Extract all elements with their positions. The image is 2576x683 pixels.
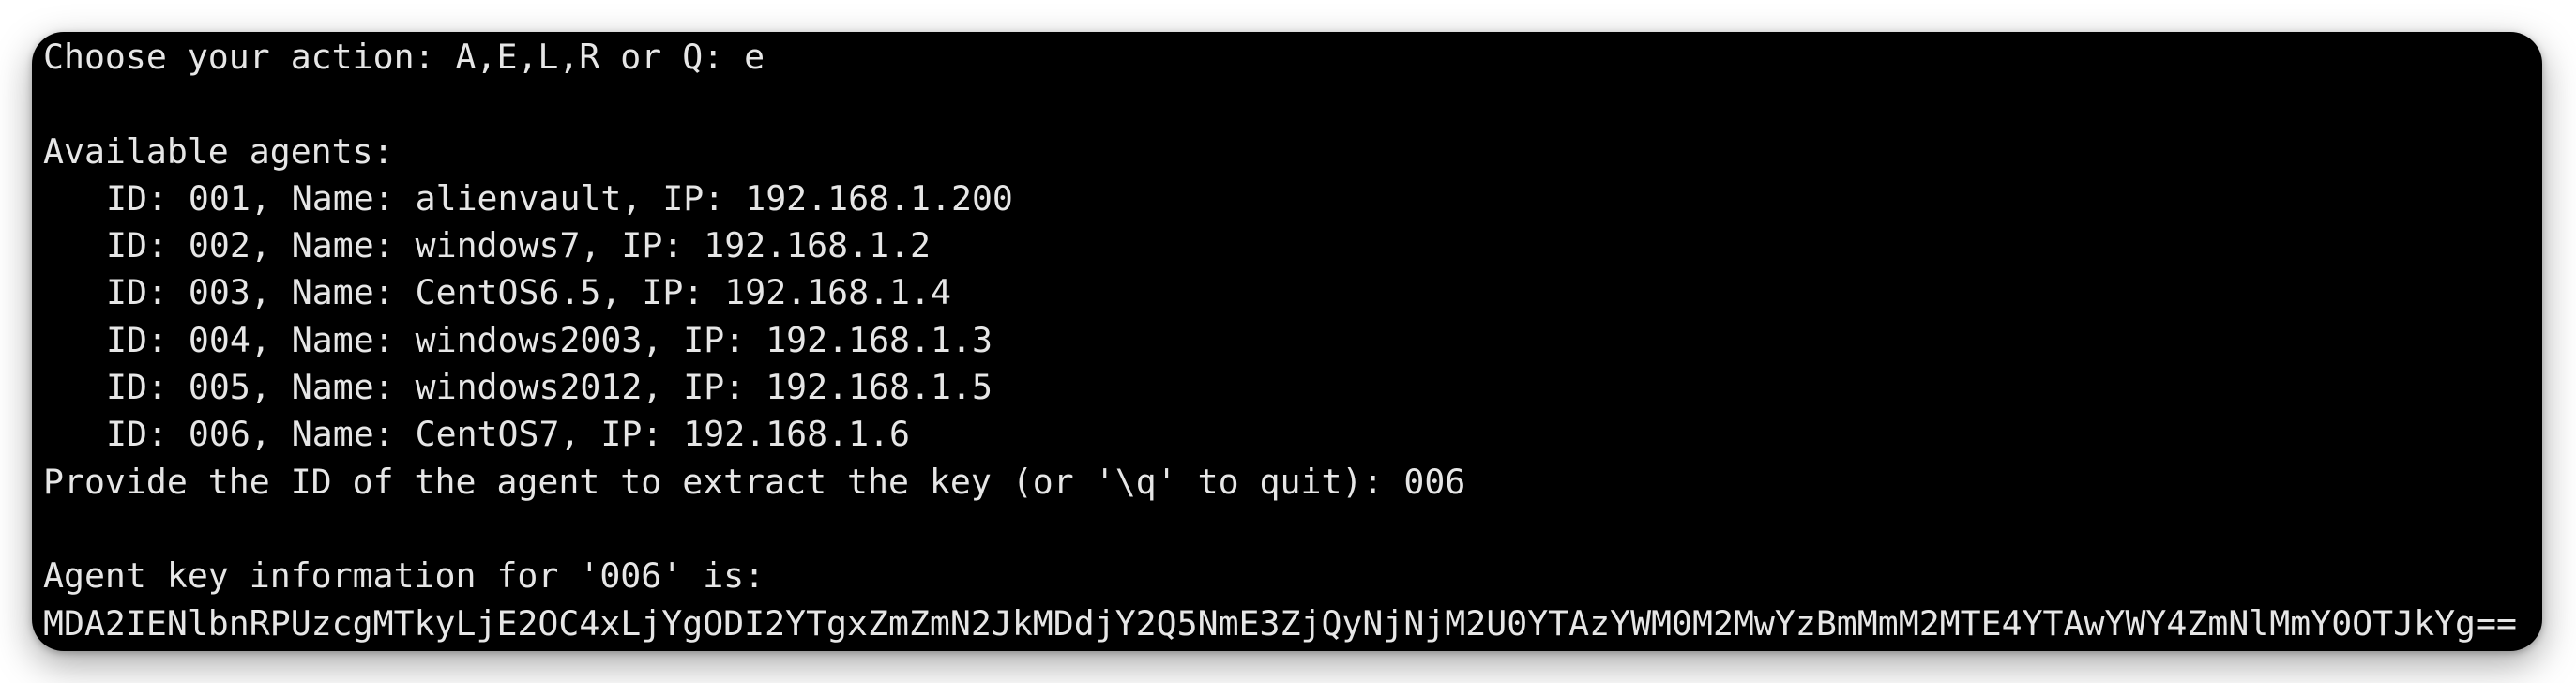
action-prompt-input: e — [744, 37, 765, 77]
id-prompt-line: Provide the ID of the agent to extract t… — [43, 459, 2533, 506]
action-prompt-line: Choose your action: A,E,L,R or Q: e — [43, 34, 2533, 81]
id-prompt-input: 006 — [1403, 461, 1466, 502]
id-prompt-label: Provide the ID of the agent to extract t… — [43, 461, 1404, 502]
key-info-header: Agent key information for '006' is: — [43, 555, 765, 597]
terminal-window[interactable]: Choose your action: A,E,L,R or Q: e Avai… — [32, 32, 2542, 651]
agents-header: Available agents: — [43, 130, 394, 172]
action-prompt-label: Choose your action: A,E,L,R or Q: — [43, 37, 745, 77]
terminal-output[interactable]: Choose your action: A,E,L,R or Q: e Avai… — [43, 32, 2533, 651]
agent-row: ID: 001, Name: alienvault, IP: 192.168.1… — [106, 177, 1013, 219]
agent-key-value: MDA2IENlbnRPUzcgMTkyLjE2OC4xLjYgODI2YTgx… — [43, 602, 2517, 644]
agent-row: ID: 003, Name: CentOS6.5, IP: 192.168.1.… — [106, 272, 951, 313]
agent-row: ID: 005, Name: windows2012, IP: 192.168.… — [106, 367, 993, 408]
agent-row: ID: 006, Name: CentOS7, IP: 192.168.1.6 — [106, 414, 911, 455]
agent-row: ID: 004, Name: windows2003, IP: 192.168.… — [106, 319, 993, 360]
agent-row: ID: 002, Name: windows7, IP: 192.168.1.2 — [106, 225, 931, 266]
